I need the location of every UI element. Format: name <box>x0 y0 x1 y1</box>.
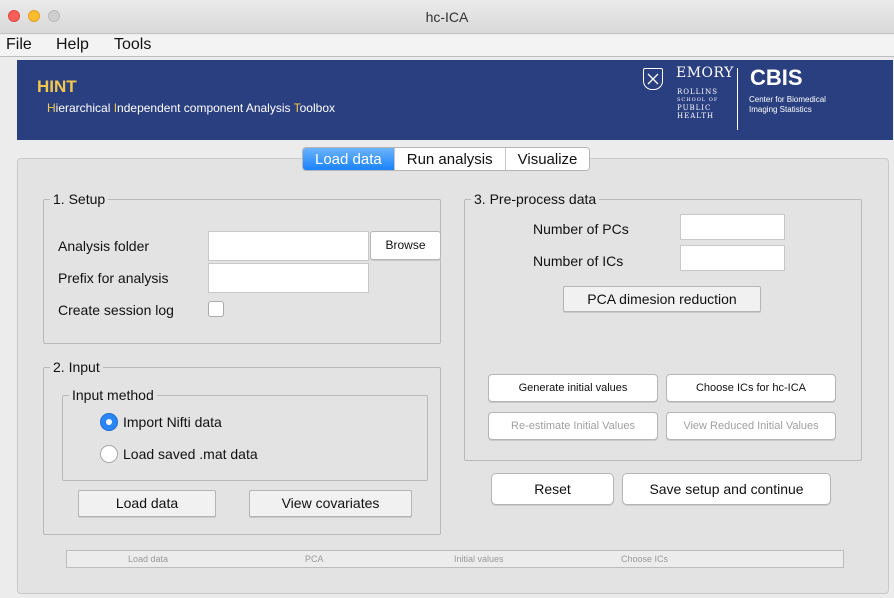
workflow-progress-bar: Load data PCA Initial values Choose ICs <box>66 550 844 568</box>
pcs-label: Number of PCs <box>533 221 629 237</box>
title-bar: hc-ICA <box>0 0 894 34</box>
import-nifti-label: Import Nifti data <box>123 414 222 430</box>
tab-load-data[interactable]: Load data <box>303 148 395 170</box>
choose-ics-button[interactable]: Choose ICs for hc-ICA <box>666 374 836 402</box>
pca-reduction-button[interactable]: PCA dimesion reduction <box>563 286 761 312</box>
view-reduced-initial-values-button[interactable]: View Reduced Initial Values <box>666 412 836 440</box>
app-window: hc-ICA File Help Tools HINT Hierarchical… <box>0 0 894 598</box>
logo-divider <box>737 68 738 130</box>
app-title: HINT <box>37 77 77 96</box>
app-subtitle: Hierarchical Independent component Analy… <box>47 101 335 115</box>
generate-initial-values-button[interactable]: Generate initial values <box>488 374 658 402</box>
progress-step-initial-values: Initial values <box>454 554 504 564</box>
menu-help[interactable]: Help <box>56 36 89 54</box>
progress-step-pca: PCA <box>305 554 324 564</box>
ics-label: Number of ICs <box>533 253 624 269</box>
load-data-button[interactable]: Load data <box>78 490 216 517</box>
cbis-logo-text: CBIS <box>750 65 803 90</box>
reestimate-initial-values-button[interactable]: Re-estimate Initial Values <box>488 412 658 440</box>
input-method-title: Input method <box>69 387 157 403</box>
menu-bar: File Help Tools <box>0 35 894 57</box>
rollins-logo-text: ROLLINS SCHOOL OF PUBLIC HEALTH <box>677 88 719 120</box>
shield-icon <box>643 68 663 90</box>
load-mat-label: Load saved .mat data <box>123 446 258 462</box>
menu-tools[interactable]: Tools <box>114 36 151 54</box>
prefix-label: Prefix for analysis <box>58 270 169 286</box>
tab-visualize[interactable]: Visualize <box>505 148 590 170</box>
menu-file[interactable]: File <box>6 36 32 54</box>
setup-title: 1. Setup <box>50 191 109 207</box>
reset-button[interactable]: Reset <box>491 473 614 505</box>
progress-step-load-data: Load data <box>128 554 169 564</box>
prefix-input[interactable] <box>208 263 369 293</box>
window-title: hc-ICA <box>425 9 469 25</box>
cbis-subtitle: Center for Biomedical Imaging Statistics <box>749 95 826 114</box>
view-covariates-button[interactable]: View covariates <box>249 490 412 517</box>
tab-run-analysis[interactable]: Run analysis <box>394 148 506 170</box>
ics-input[interactable] <box>680 245 785 271</box>
tab-bar: Load data Run analysis Visualize <box>302 147 591 171</box>
session-log-checkbox[interactable] <box>208 301 224 317</box>
pcs-input[interactable] <box>680 214 785 240</box>
analysis-folder-input[interactable] <box>208 231 369 261</box>
save-continue-button[interactable]: Save setup and continue <box>622 473 831 505</box>
header-banner: HINT Hierarchical Independent component … <box>17 60 893 140</box>
session-log-label: Create session log <box>58 302 174 318</box>
import-nifti-radio[interactable] <box>100 413 118 431</box>
input-title: 2. Input <box>50 359 103 375</box>
progress-step-choose-ics: Choose ICs <box>621 554 669 564</box>
browse-button[interactable]: Browse <box>370 231 441 260</box>
emory-logo-text: EMORY <box>676 65 734 81</box>
analysis-folder-label: Analysis folder <box>58 238 150 254</box>
preprocess-title: 3. Pre-process data <box>471 191 600 207</box>
load-mat-radio[interactable] <box>100 445 118 463</box>
input-method-group: Input method <box>62 387 428 481</box>
